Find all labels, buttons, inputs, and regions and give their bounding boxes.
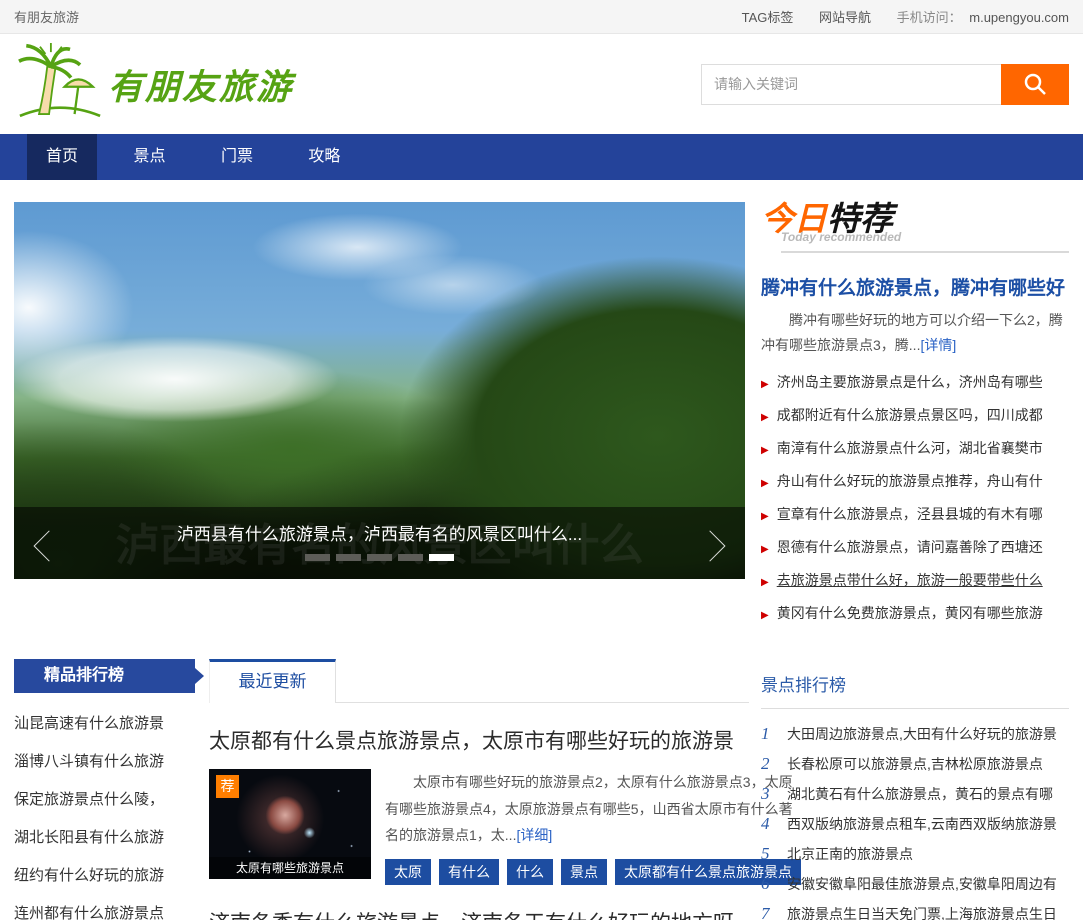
nav-item-spots[interactable]: 景点	[114, 134, 184, 180]
boutique-item[interactable]: 纽约有什么好玩的旅游	[14, 857, 195, 895]
featured-article-title[interactable]: 腾冲有什么旅游景点，腾冲有哪些好	[761, 273, 1069, 300]
rank-item[interactable]: 7旅游景点生日当天免门票,上海旅游景点生日	[761, 899, 1069, 920]
today-link-item[interactable]: ▶恩德有什么旅游景点，请问嘉善除了西塘还	[761, 532, 1069, 565]
today-link-item[interactable]: ▶去旅游景点带什么好，旅游一般要带些什么	[761, 565, 1069, 598]
nav-item-guides[interactable]: 攻略	[289, 134, 359, 180]
carousel-dot[interactable]	[367, 554, 392, 561]
rank-number: 3	[761, 779, 779, 809]
today-recommended-logo: 今日特荐 Today recommended	[761, 202, 1069, 253]
carousel-dots	[14, 554, 745, 561]
carousel-caption-bar: 泸西县有什么旅游景点，泸西最有名的风景区叫什么...	[14, 507, 745, 579]
featured-article-excerpt: 腾冲有哪些好玩的地方可以介绍一下么2，腾冲有哪些旅游景点3，腾...[详情]	[761, 308, 1069, 357]
article-tag[interactable]: 什么	[507, 859, 553, 885]
article-thumbnail[interactable]: 荐 太原有哪些旅游景点	[209, 769, 371, 879]
site-nav-link[interactable]: 网站导航	[819, 10, 871, 25]
mobile-domain-link[interactable]: m.upengyou.com	[969, 10, 1069, 25]
article-tag[interactable]: 景点	[561, 859, 607, 885]
article-title[interactable]: 济南冬季有什么旅游景点，济南冬天有什么好玩的地方呀	[209, 907, 749, 920]
article-excerpt: 太原市有哪些好玩的旅游景点2，太原有什么旅游景点3，太原有哪些旅游景点4，太原旅…	[385, 769, 801, 849]
red-triangle-icon: ▶	[761, 478, 769, 489]
article-tags: 太原 有什么 什么 景点 太原都有什么景点旅游景点	[385, 859, 801, 885]
article-item: 太原都有什么景点旅游景点，太原市有哪些好玩的旅游景 荐 太原有哪些旅游景点 太原…	[209, 725, 749, 885]
top-utility-bar: 有朋友旅游 TAG标签 网站导航 手机访问： m.upengyou.com	[0, 0, 1083, 34]
boutique-item[interactable]: 汕昆高速有什么旅游景	[14, 705, 195, 743]
red-triangle-icon: ▶	[761, 610, 769, 621]
today-link-item[interactable]: ▶济州岛主要旅游景点是什么，济州岛有哪些	[761, 367, 1069, 400]
carousel-dot-active[interactable]	[429, 554, 454, 561]
boutique-rank-list: 汕昆高速有什么旅游景 淄博八斗镇有什么旅游 保定旅游景点什么陵， 湖北长阳县有什…	[14, 705, 195, 920]
red-triangle-icon: ▶	[761, 445, 769, 456]
red-triangle-icon: ▶	[761, 544, 769, 555]
nav-item-home[interactable]: 首页	[27, 134, 97, 180]
rank-number: 1	[761, 719, 779, 749]
rank-item[interactable]: 4西双版纳旅游景点租车,云南西双版纳旅游景	[761, 809, 1069, 839]
main-nav: 首页 景点 门票 攻略	[0, 134, 1083, 180]
boutique-item[interactable]: 淄博八斗镇有什么旅游	[14, 743, 195, 781]
article-tag[interactable]: 有什么	[439, 859, 499, 885]
boutique-item[interactable]: 连州都有什么旅游景点	[14, 895, 195, 920]
thumbnail-caption: 太原有哪些旅游景点	[209, 857, 371, 879]
rank-number: 5	[761, 839, 779, 869]
today-link-item[interactable]: ▶南漳有什么旅游景点什么河，湖北省襄樊市	[761, 433, 1069, 466]
nav-item-tickets[interactable]: 门票	[202, 134, 272, 180]
boutique-rank-header: 精品排行榜	[14, 659, 195, 693]
red-triangle-icon: ▶	[761, 379, 769, 390]
detail-link[interactable]: [详细]	[516, 827, 552, 843]
search-box	[701, 64, 1069, 105]
rank-number: 6	[761, 869, 779, 899]
carousel-dot[interactable]	[336, 554, 361, 561]
carousel[interactable]: 泸西最有名的风景区叫什么 泸西县有什么旅游景点，泸西最有名的风景区叫什么...	[14, 202, 745, 579]
today-link-item[interactable]: ▶舟山有什么好玩的旅游景点推荐，舟山有什	[761, 466, 1069, 499]
today-link-item[interactable]: ▶黄冈有什么免费旅游景点，黄冈有哪些旅游	[761, 598, 1069, 631]
rank-item[interactable]: 6安徽安徽阜阳最佳旅游景点,安徽阜阳周边有	[761, 869, 1069, 899]
site-name: 有朋友旅游	[14, 7, 79, 26]
rank-item[interactable]: 1大田周边旅游景点,大田有什么好玩的旅游景	[761, 719, 1069, 749]
recent-updates-tabbar: 最近更新	[209, 659, 749, 703]
article-item: 济南冬季有什么旅游景点，济南冬天有什么好玩的地方呀 荐 济南冬天有什么好玩的地方…	[209, 907, 749, 920]
rank-item[interactable]: 5北京正南的旅游景点	[761, 839, 1069, 869]
red-triangle-icon: ▶	[761, 511, 769, 522]
red-triangle-icon: ▶	[761, 412, 769, 423]
boutique-item[interactable]: 湖北长阳县有什么旅游	[14, 819, 195, 857]
site-logo[interactable]: 有朋友旅游	[14, 43, 293, 125]
mobile-access-label: 手机访问：	[897, 10, 962, 25]
boutique-item[interactable]: 保定旅游景点什么陵，	[14, 781, 195, 819]
palm-tree-icon	[14, 43, 106, 125]
today-link-list: ▶济州岛主要旅游景点是什么，济州岛有哪些 ▶成都附近有什么旅游景点景区吗，四川成…	[761, 367, 1069, 631]
red-triangle-icon: ▶	[761, 577, 769, 588]
rank-item[interactable]: 3湖北黄石有什么旅游景点，黄石的景点有哪	[761, 779, 1069, 809]
carousel-dot[interactable]	[398, 554, 423, 561]
rank-number: 4	[761, 809, 779, 839]
search-icon	[1022, 71, 1048, 97]
today-link-item[interactable]: ▶宣章有什么旅游景点，泾县县城的有木有哪	[761, 499, 1069, 532]
rank-number: 7	[761, 899, 779, 920]
tab-recent-updates[interactable]: 最近更新	[209, 659, 336, 703]
search-input[interactable]	[701, 64, 1001, 105]
search-button[interactable]	[1001, 64, 1069, 105]
today-link-item[interactable]: ▶成都附近有什么旅游景点景区吗，四川成都	[761, 400, 1069, 433]
today-recommended-subtitle: Today recommended	[781, 231, 1069, 253]
featured-detail-link[interactable]: [详情]	[920, 337, 956, 353]
rank-item[interactable]: 2长春松原可以旅游景点,吉林松原旅游景点	[761, 749, 1069, 779]
tag-link[interactable]: TAG标签	[742, 10, 794, 25]
rank-number: 2	[761, 749, 779, 779]
carousel-caption-link[interactable]: 泸西县有什么旅游景点，泸西最有名的风景区叫什么...	[14, 520, 745, 545]
site-header: 有朋友旅游	[0, 34, 1083, 134]
logo-text: 有朋友旅游	[108, 59, 293, 110]
recommend-badge: 荐	[216, 775, 239, 798]
spot-rank-list: 1大田周边旅游景点,大田有什么好玩的旅游景 2长春松原可以旅游景点,吉林松原旅游…	[761, 719, 1069, 920]
article-title[interactable]: 太原都有什么景点旅游景点，太原市有哪些好玩的旅游景	[209, 725, 749, 755]
spot-rank-title: 景点排行榜	[761, 659, 1069, 709]
carousel-dot[interactable]	[305, 554, 330, 561]
article-tag[interactable]: 太原	[385, 859, 431, 885]
